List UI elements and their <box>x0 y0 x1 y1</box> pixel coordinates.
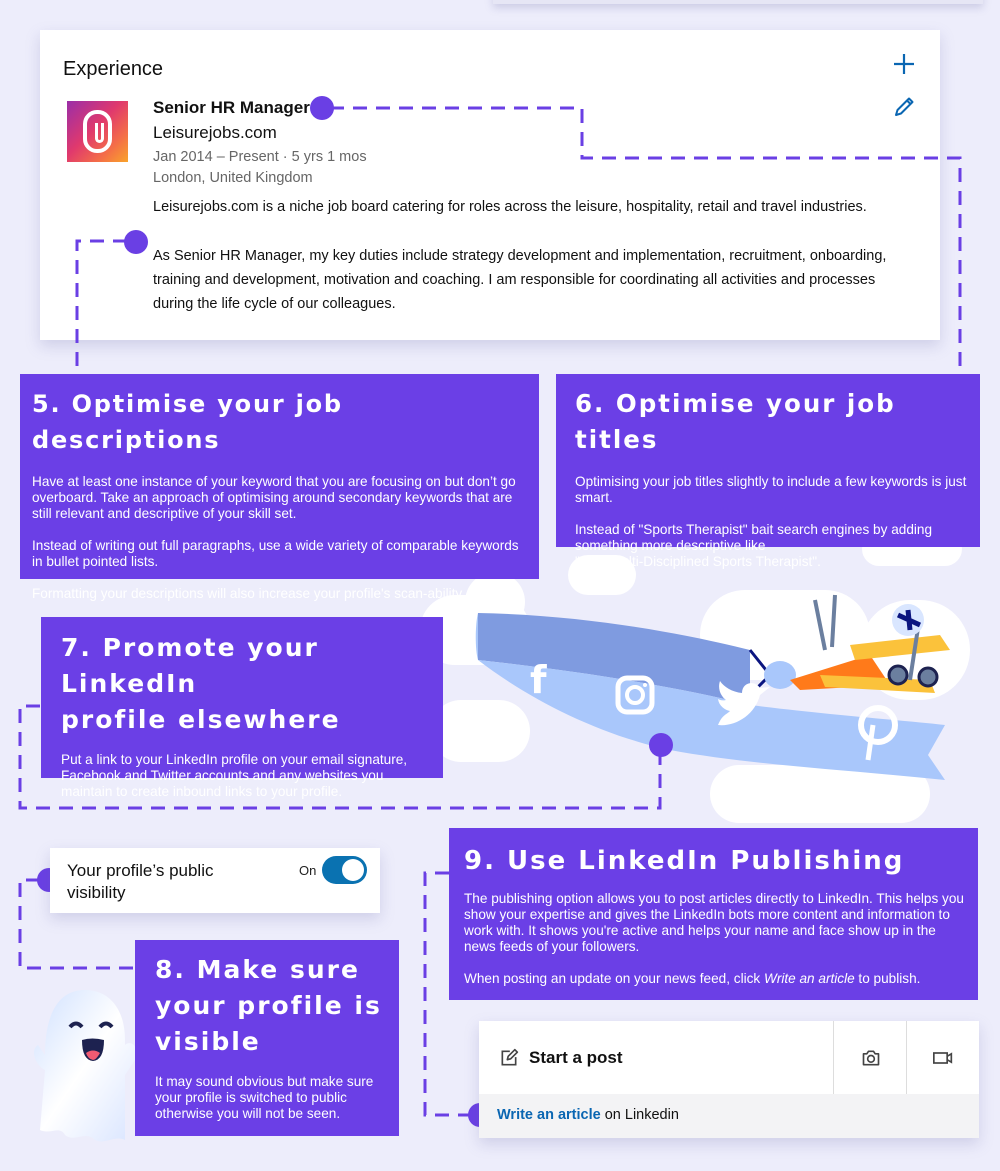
write-article-link[interactable]: Write an article <box>497 1107 601 1123</box>
tip-8-title: 8. Make sure your profile is visible <box>155 955 382 1056</box>
camera-button[interactable] <box>834 1021 907 1094</box>
tip-7-title: 7. Promote your LinkedIn profile elsewhe… <box>61 633 341 734</box>
tip-6-title: 6. Optimise your job titles <box>575 389 896 454</box>
tip-8-paragraph: It may sound obvious but make sure your … <box>155 1074 374 1121</box>
write-article-line: Write an article on Linkedin <box>497 1107 679 1123</box>
connector-dot <box>649 733 673 757</box>
svg-text:f: f <box>530 658 547 702</box>
compose-icon <box>501 1048 519 1065</box>
start-post-label: Start a post <box>529 1047 623 1067</box>
ghost-illustration <box>34 990 137 1142</box>
toggle-knob <box>342 859 364 881</box>
tip-5-title: 5. Optimise your job descriptions <box>32 390 343 454</box>
tip-7-paragraph: Put a link to your LinkedIn profile on y… <box>61 752 408 799</box>
tip-5-paragraph: Instead of writing out full paragraphs, … <box>32 538 519 569</box>
banner-plane-illustration: f <box>475 594 950 780</box>
tip-9-paragraph: The publishing option allows you to post… <box>464 891 964 954</box>
start-post-button[interactable]: Start a post <box>499 1021 623 1094</box>
tip-5-box: 5. Optimise your job descriptions Have a… <box>20 374 539 601</box>
job-location: London, United Kingdom <box>153 170 313 186</box>
experience-heading: Experience <box>63 58 164 80</box>
tip-5-paragraph: Have at least one instance of your keywo… <box>32 474 516 521</box>
job-dates: Jan 2014 – Present · 5 yrs 1 mos <box>153 149 367 165</box>
experience-card: Experience Senior HR Manager Leisurejobs… <box>40 30 940 340</box>
top-card-edge <box>493 0 983 4</box>
facebook-icon: f <box>530 658 547 702</box>
tip-6-paragraph: Optimising your job titles slightly to i… <box>575 474 967 505</box>
connector-dot <box>310 96 334 120</box>
tip-6-paragraph: Instead of "Sports Therapist" bait searc… <box>575 522 933 553</box>
plus-icon[interactable] <box>892 52 916 76</box>
tip-6-box: 6. Optimise your job titles Optimising y… <box>556 374 980 569</box>
tip-9-box: 9. Use LinkedIn Publishing The publishin… <box>449 828 978 1000</box>
job-title: Senior HR Manager <box>153 98 310 117</box>
tip-7-box: 7. Promote your LinkedIn profile elsewhe… <box>41 617 443 799</box>
job-duties: As Senior HR Manager, my key duties incl… <box>153 248 887 312</box>
tip-9-title: 9. Use LinkedIn Publishing <box>464 846 905 876</box>
visibility-toggle[interactable] <box>322 856 367 884</box>
tip-6-example: "Elite Multi-Disciplined Sports Therapis… <box>575 554 821 569</box>
company-name[interactable]: Leisurejobs.com <box>153 123 277 143</box>
camera-icon <box>862 1050 879 1065</box>
connector-dot <box>124 230 148 254</box>
visibility-state: On <box>299 863 317 878</box>
tip-8-box: 8. Make sure your profile is visible It … <box>135 940 399 1136</box>
company-logo[interactable] <box>67 101 128 162</box>
company-summary: Leisurejobs.com is a niche job board cat… <box>153 199 867 215</box>
video-icon <box>933 1051 953 1064</box>
video-button[interactable] <box>907 1021 979 1094</box>
visibility-label: Your profile’s public visibility <box>67 861 214 902</box>
post-box: Start a post Write an article on Linkedi… <box>479 1021 979 1138</box>
visibility-card: Your profile’s public visibility On <box>50 848 380 913</box>
tip-5-paragraph: Formatting your descriptions will also i… <box>32 586 465 601</box>
pencil-icon[interactable] <box>892 95 916 119</box>
tip-9-cta: When posting an update on your news feed… <box>464 971 921 986</box>
